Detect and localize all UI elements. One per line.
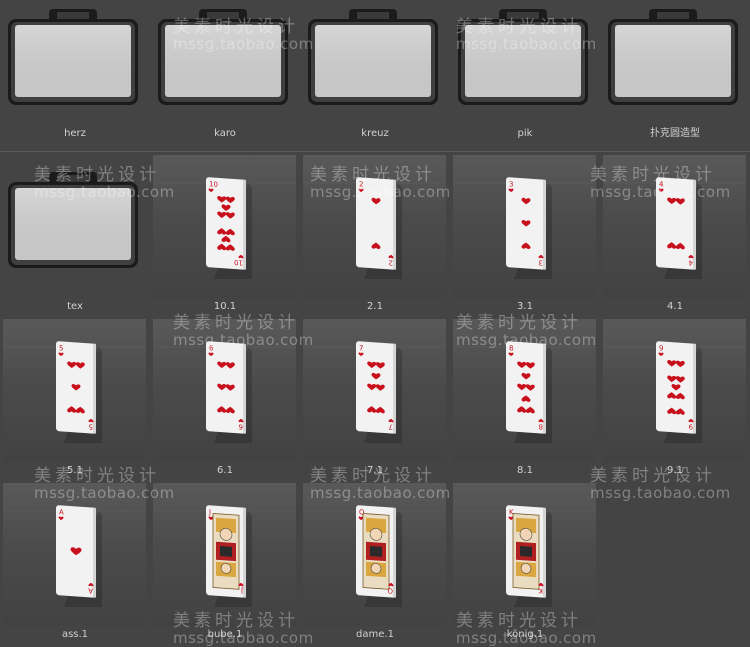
svg-text:3: 3: [539, 258, 543, 266]
asset-browser-grid: herz karo kreuz pik 扑克圆造型 tex 10 10 10.1…: [0, 0, 750, 645]
playing-card-thumbnail: AA: [3, 483, 146, 626]
folder-item-herz-0[interactable]: herz: [0, 0, 146, 160]
folder-icon: [7, 170, 139, 270]
item-label: 10.1: [213, 301, 237, 312]
asset-item-8-1-13[interactable]: 8 8 8.1: [450, 319, 596, 479]
playing-card-thumbnail: 88: [453, 319, 596, 462]
item-label: bube.1: [207, 629, 243, 640]
asset-item-10-1-6[interactable]: 10 10 10.1: [150, 155, 296, 315]
svg-text:Q: Q: [387, 586, 393, 594]
asset-item-7-1-12[interactable]: 7 7 7.1: [300, 319, 446, 479]
asset-item-ass-1-15[interactable]: A Aass.1: [0, 483, 146, 643]
folder-icon: [157, 7, 289, 107]
svg-text:4: 4: [659, 180, 664, 188]
item-label: 扑克圆造型: [650, 128, 700, 139]
asset-item-4-1-9[interactable]: 4 4 4.1: [600, 155, 746, 315]
svg-text:10: 10: [209, 180, 218, 189]
svg-text:7: 7: [389, 422, 393, 430]
svg-text:2: 2: [359, 180, 363, 188]
playing-card-thumbnail: 44: [603, 155, 746, 298]
item-label: herz: [64, 128, 86, 139]
folder-item-item-4[interactable]: 扑克圆造型: [600, 0, 746, 160]
playing-card-thumbnail: 99: [603, 319, 746, 462]
item-label: karo: [214, 128, 236, 139]
face-card-thumbnail: QQ: [303, 483, 446, 626]
svg-text:9: 9: [689, 422, 693, 430]
asset-item-dame-1-17[interactable]: Q Q dame.1: [300, 483, 446, 643]
folder-icon: [307, 7, 439, 107]
item-label: 9.1: [667, 465, 683, 476]
folder-item-karo-1[interactable]: karo: [150, 0, 296, 160]
svg-text:J: J: [208, 508, 211, 516]
svg-text:9: 9: [659, 344, 663, 352]
svg-text:7: 7: [359, 344, 363, 352]
svg-text:6: 6: [238, 422, 243, 430]
folder-item-kreuz-2[interactable]: kreuz: [300, 0, 446, 160]
folder-item-pik-3[interactable]: pik: [450, 0, 596, 160]
item-label: 5.1: [67, 465, 83, 476]
asset-item-5-1-10[interactable]: 5 5 5.1: [0, 319, 146, 479]
asset-item-9-1-14[interactable]: 9 9 9.1: [600, 319, 746, 479]
playing-card-thumbnail: 77: [303, 319, 446, 462]
svg-text:4: 4: [688, 258, 693, 266]
row-separator: [0, 151, 750, 152]
item-label: 7.1: [367, 465, 383, 476]
asset-item-3-1-8[interactable]: 3 3 3.1: [450, 155, 596, 315]
svg-text:K: K: [538, 586, 543, 594]
svg-text:2: 2: [389, 258, 393, 266]
svg-text:8: 8: [539, 422, 543, 430]
playing-card-thumbnail: 66: [153, 319, 296, 462]
face-card-thumbnail: KK: [453, 483, 596, 626]
svg-text:5: 5: [59, 344, 63, 352]
folder-icon: [7, 7, 139, 107]
item-label: 4.1: [667, 301, 683, 312]
item-label: ass.1: [61, 629, 89, 640]
asset-item-6-1-11[interactable]: 6 6 6.1: [150, 319, 296, 479]
playing-card-thumbnail: 55: [3, 319, 146, 462]
svg-text:A: A: [59, 508, 64, 516]
folder-item-tex-5[interactable]: tex: [0, 155, 146, 315]
svg-text:J: J: [241, 586, 244, 594]
item-label: 3.1: [517, 301, 533, 312]
folder-icon: [457, 7, 589, 107]
item-label: tex: [67, 301, 83, 312]
playing-card-thumbnail: 10 10: [153, 155, 296, 298]
svg-text:10: 10: [234, 258, 243, 267]
playing-card-thumbnail: 22: [303, 155, 446, 298]
svg-text:6: 6: [209, 344, 214, 352]
item-label: dame.1: [356, 629, 394, 640]
face-card-thumbnail: JJ: [153, 483, 296, 626]
svg-text:3: 3: [509, 180, 513, 188]
folder-icon: [607, 7, 739, 107]
svg-text:5: 5: [89, 422, 93, 430]
item-label: 2.1: [367, 301, 383, 312]
item-label: pik: [517, 128, 533, 139]
item-label: 6.1: [217, 465, 233, 476]
asset-item-bube-1-16[interactable]: J Jbube.1: [150, 483, 296, 643]
svg-text:A: A: [88, 586, 93, 594]
asset-item-2-1-7[interactable]: 2 2 2.1: [300, 155, 446, 315]
item-label: könig.1: [506, 629, 544, 640]
item-label: kreuz: [361, 128, 389, 139]
playing-card-thumbnail: 33: [453, 155, 596, 298]
item-label: 8.1: [517, 465, 533, 476]
svg-text:8: 8: [509, 344, 513, 352]
asset-item-k-nig-1-18[interactable]: K K könig.1: [450, 483, 596, 643]
